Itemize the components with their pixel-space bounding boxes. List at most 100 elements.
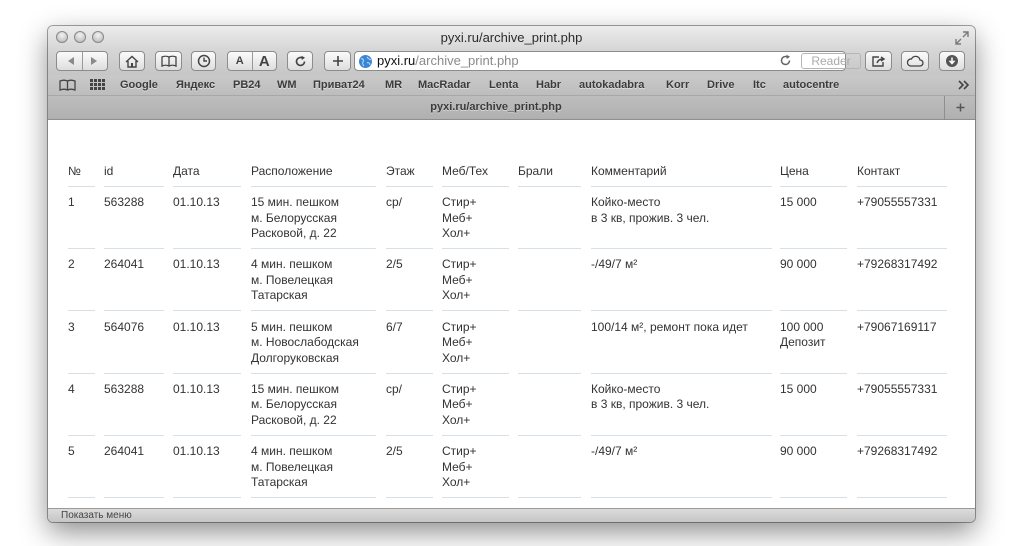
cell-price: 90 000 — [780, 444, 817, 460]
history-button[interactable] — [191, 51, 216, 71]
bookmark-yandex[interactable]: Яндекс — [176, 75, 215, 95]
cell-id: 264041 — [104, 257, 145, 272]
back-forward-group — [56, 51, 108, 71]
cell-comment: 100/14 м², ремонт пока идет — [591, 320, 748, 336]
bookmark-drive[interactable]: Drive — [707, 75, 735, 95]
cell-num: 2 — [68, 257, 75, 272]
column-header-num: № — [68, 164, 81, 178]
cell-date: 01.10.13 — [173, 319, 220, 334]
bookmark-privat24[interactable]: Приват24 — [313, 75, 365, 95]
bookmark-korr[interactable]: Korr — [666, 75, 689, 95]
share-button[interactable] — [865, 51, 892, 71]
cell-location-line: м. Повелецкая — [251, 459, 333, 474]
cell-price-line: 15 000 — [780, 195, 817, 209]
reading-list-icon[interactable] — [59, 79, 76, 91]
header-rule — [591, 186, 772, 187]
row-rule — [251, 372, 376, 374]
row-rule — [173, 372, 241, 374]
bookmark-google[interactable]: Google — [120, 75, 158, 95]
bookmark-macradar[interactable]: MacRadar — [418, 75, 471, 95]
cell-location: 15 мин. пешком м. Белорусская Расковой, д.… — [251, 382, 339, 429]
add-button[interactable] — [324, 51, 351, 71]
header-rule — [173, 186, 241, 187]
cell-location-line: Татарская — [251, 288, 308, 303]
bookmarks-button[interactable] — [155, 51, 182, 71]
cell-location-line: Долгоруковская — [251, 350, 339, 365]
bookmark-itc[interactable]: Itc — [753, 75, 766, 95]
column-header-location: Расположение — [251, 164, 333, 178]
cell-furniture: Стир+ Меб+ Хол+ — [442, 382, 477, 429]
cell-date: 01.10.13 — [173, 381, 220, 396]
address-reload-icon[interactable] — [779, 54, 792, 67]
row-rule — [780, 310, 847, 312]
window-controls — [56, 31, 104, 43]
more-bookmarks-icon[interactable] — [958, 80, 970, 90]
row-rule — [518, 372, 581, 374]
cell-contact: +79268317492 — [857, 257, 938, 272]
minimize-window-button[interactable] — [74, 31, 86, 43]
cell-num: 3 — [68, 319, 75, 334]
cell-price-line: 90 000 — [780, 444, 817, 459]
font-larger-button[interactable]: A — [253, 53, 277, 70]
cell-price: 100 000 Депозит — [780, 320, 826, 351]
back-icon[interactable] — [66, 56, 76, 66]
forward-icon[interactable] — [89, 56, 99, 66]
cell-location-line: 4 мин. пешком — [251, 257, 333, 272]
bookmark-habr[interactable]: Habr — [536, 75, 561, 95]
cell-furniture: Стир+ Меб+ Хол+ — [442, 195, 477, 242]
row-rule — [251, 310, 376, 312]
cell-comment-line: 100/14 м², ремонт пока идет — [591, 319, 748, 334]
header-rule — [442, 186, 509, 187]
column-header-contact: Контакт — [857, 164, 901, 178]
row-rule — [857, 497, 947, 499]
row-rule — [591, 497, 772, 499]
cell-furniture-line: Хол+ — [442, 226, 471, 240]
row-rule — [251, 434, 376, 436]
bookmark-mr[interactable]: MR — [385, 75, 402, 95]
address-path: /archive_print.php — [415, 53, 519, 68]
status-bar: Показать меню — [48, 508, 975, 522]
toolbar: A A pyxi.ru/archive_print.php Reader — [48, 50, 975, 75]
row-rule — [780, 497, 847, 499]
header-rule — [251, 186, 376, 187]
cell-furniture-line: Стир+ — [442, 444, 477, 459]
active-tab[interactable]: pyxi.ru/archive_print.php — [48, 96, 944, 119]
icloud-tabs-button[interactable] — [901, 51, 929, 71]
top-sites-grid-icon[interactable] — [90, 79, 105, 90]
bookmark-autocentre[interactable]: autocentre — [783, 75, 839, 95]
reader-button[interactable]: Reader — [801, 53, 861, 69]
reload-button[interactable] — [287, 51, 313, 71]
bookmark-autokadabra[interactable]: autokadabra — [579, 75, 644, 95]
cell-location-line: м. Белорусская — [251, 397, 337, 412]
cell-furniture-line: Стир+ — [442, 257, 477, 272]
cell-furniture-line: Меб+ — [442, 272, 473, 287]
row-rule — [386, 310, 433, 312]
row-rule — [173, 497, 241, 499]
row-rule — [386, 372, 433, 374]
cell-location-line: 15 мин. пешком — [251, 195, 340, 209]
font-smaller-button[interactable]: A — [228, 55, 252, 67]
cell-comment-line: в 3 кв, прожив. 3 чел. — [591, 397, 710, 412]
book-icon — [160, 55, 177, 67]
cell-date: 01.10.13 — [173, 257, 220, 272]
show-menu-link[interactable]: Показать меню — [61, 509, 132, 522]
bookmark-lenta[interactable]: Lenta — [489, 75, 518, 95]
zoom-window-button[interactable] — [92, 31, 104, 43]
cell-furniture: Стир+ Меб+ Хол+ — [442, 444, 477, 491]
row-rule — [68, 497, 95, 499]
close-window-button[interactable] — [56, 31, 68, 43]
home-button[interactable] — [119, 51, 145, 71]
row-rule — [173, 310, 241, 312]
cell-location-line: Расковой, д. 22 — [251, 226, 337, 240]
share-icon — [872, 55, 886, 67]
downloads-button[interactable] — [939, 51, 965, 71]
cell-id: 264041 — [104, 444, 145, 459]
cell-floor: ср/ — [386, 381, 403, 396]
row-rule — [68, 310, 95, 312]
bookmark-wm[interactable]: WM — [277, 75, 297, 95]
new-tab-button[interactable] — [944, 96, 975, 119]
bookmark-pb24[interactable]: PB24 — [233, 75, 261, 95]
row-rule — [104, 310, 164, 312]
address-bar[interactable]: pyxi.ru/archive_print.php Reader — [354, 51, 861, 71]
fullscreen-icon[interactable] — [955, 31, 969, 45]
